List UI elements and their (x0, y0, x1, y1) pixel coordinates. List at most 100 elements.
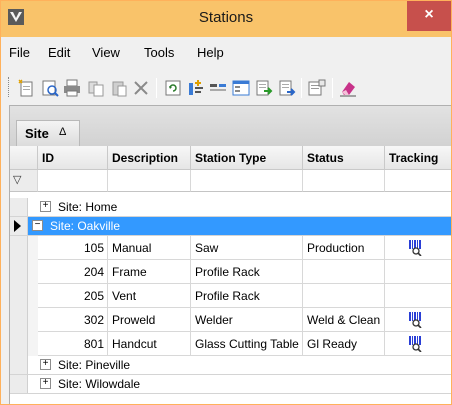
toolbar-separator (332, 78, 333, 98)
barcode-magnifier-icon (409, 312, 422, 328)
toolbar-grip[interactable] (8, 77, 11, 97)
menu-tools[interactable]: Tools (144, 45, 174, 60)
print-icon[interactable] (63, 79, 81, 97)
expand-icon[interactable]: + (40, 359, 51, 370)
group-by-site-chip[interactable]: Site Δ (16, 120, 80, 146)
expand-icon[interactable]: + (40, 378, 51, 389)
cell-status[interactable]: Weld & Clean (303, 308, 385, 332)
cell-description[interactable]: Vent (108, 284, 191, 308)
group-label: Site: Home (58, 200, 118, 214)
current-row-arrow-icon (14, 220, 21, 232)
cell-tracking[interactable] (385, 236, 451, 260)
cell-id[interactable]: 302 (38, 308, 108, 332)
column-header-id[interactable]: ID (38, 146, 108, 170)
table-row[interactable]: 302 Proweld Welder Weld & Clean (10, 308, 451, 332)
row-indent (28, 332, 38, 356)
row-selector[interactable] (10, 198, 28, 216)
cell-station-type[interactable]: Profile Rack (191, 260, 303, 284)
row-selector[interactable] (10, 375, 28, 393)
stations-grid: Site Δ ID Description Station Type Statu… (9, 105, 451, 404)
cell-tracking[interactable] (385, 332, 451, 356)
column-header-tracking[interactable]: Tracking (385, 146, 451, 170)
row-selector[interactable] (10, 236, 28, 260)
title-bar: Stations × (1, 1, 451, 37)
expand-icon[interactable]: + (40, 201, 51, 212)
import-icon[interactable] (255, 79, 273, 97)
funnel-icon[interactable]: ▽ (13, 173, 21, 186)
cell-station-type[interactable]: Welder (191, 308, 303, 332)
properties-icon[interactable] (308, 79, 326, 97)
row-selector[interactable] (10, 332, 28, 356)
toolbar-separator (301, 78, 302, 98)
row-indent (28, 260, 38, 284)
group-label: Site: Wilowdale (58, 377, 141, 391)
row-selector[interactable] (10, 260, 28, 284)
group-row-wilowdale[interactable]: + Site: Wilowdale (10, 375, 451, 394)
filter-tracking-cell[interactable] (385, 170, 451, 192)
cell-station-type[interactable]: Glass Cutting Table (191, 332, 303, 356)
menu-view[interactable]: View (92, 45, 120, 60)
group-row-pineville[interactable]: + Site: Pineville (10, 356, 451, 375)
cell-status[interactable] (303, 260, 385, 284)
table-row[interactable]: 205 Vent Profile Rack (10, 284, 451, 308)
table-row[interactable]: 105 Manual Saw Production (10, 236, 451, 260)
barcode-magnifier-icon (409, 240, 422, 256)
filter-id-cell[interactable] (38, 170, 108, 192)
row-selector-header (10, 146, 38, 170)
group-label: Site: Pineville (58, 358, 131, 372)
filter-station-type-cell[interactable] (191, 170, 303, 192)
row-indent (28, 236, 38, 260)
cell-id[interactable]: 801 (38, 332, 108, 356)
row-selector[interactable] (10, 356, 28, 374)
add-field-icon[interactable] (187, 79, 205, 97)
filter-status-cell[interactable] (303, 170, 385, 192)
window-title: Stations (198, 9, 254, 26)
cell-status[interactable]: Gl Ready (303, 332, 385, 356)
new-icon[interactable] (17, 79, 35, 97)
cell-description[interactable]: Frame (108, 260, 191, 284)
stations-window: Stations × File Edit View Tools Help Sit… (0, 0, 452, 405)
menu-file[interactable]: File (9, 45, 30, 60)
group-row-oakville[interactable]: − Site: Oakville (10, 217, 451, 236)
menu-help[interactable]: Help (197, 45, 224, 60)
export-icon[interactable] (278, 79, 296, 97)
paste-icon[interactable] (110, 79, 128, 97)
cell-description[interactable]: Handcut (108, 332, 191, 356)
grid-view-icon[interactable] (232, 79, 250, 97)
cell-station-type[interactable]: Profile Rack (191, 284, 303, 308)
clear-icon[interactable] (339, 79, 357, 97)
column-header-description[interactable]: Description (108, 146, 191, 170)
column-header-station-type[interactable]: Station Type (191, 146, 303, 170)
cell-description[interactable]: Proweld (108, 308, 191, 332)
cell-tracking[interactable] (385, 260, 451, 284)
copy-icon[interactable] (87, 79, 105, 97)
row-selector[interactable] (10, 284, 28, 308)
filter-description-cell[interactable] (108, 170, 191, 192)
collapse-icon[interactable]: − (32, 220, 43, 231)
row-indent (28, 308, 38, 332)
table-row[interactable]: 801 Handcut Glass Cutting Table Gl Ready (10, 332, 451, 356)
menu-edit[interactable]: Edit (48, 45, 70, 60)
sort-ascending-icon: Δ (59, 126, 67, 138)
cell-id[interactable]: 204 (38, 260, 108, 284)
cell-description[interactable]: Manual (108, 236, 191, 260)
table-row[interactable]: 204 Frame Profile Rack (10, 260, 451, 284)
cell-id[interactable]: 105 (38, 236, 108, 260)
group-row-home[interactable]: + Site: Home (10, 198, 451, 217)
cell-id[interactable]: 205 (38, 284, 108, 308)
cell-station-type[interactable]: Saw (191, 236, 303, 260)
cell-tracking[interactable] (385, 308, 451, 332)
group-by-label: Site (25, 126, 49, 141)
row-selector[interactable] (10, 217, 28, 235)
cell-status[interactable] (303, 284, 385, 308)
toolbar-separator (156, 78, 157, 98)
print-preview-icon[interactable] (41, 79, 59, 97)
row-selector[interactable] (10, 308, 28, 332)
cell-tracking[interactable] (385, 284, 451, 308)
column-header-status[interactable]: Status (303, 146, 385, 170)
close-button[interactable]: × (407, 1, 451, 31)
fields-icon[interactable] (209, 79, 227, 97)
delete-icon[interactable] (132, 79, 150, 97)
cell-status[interactable]: Production (303, 236, 385, 260)
refresh-icon[interactable] (164, 79, 182, 97)
